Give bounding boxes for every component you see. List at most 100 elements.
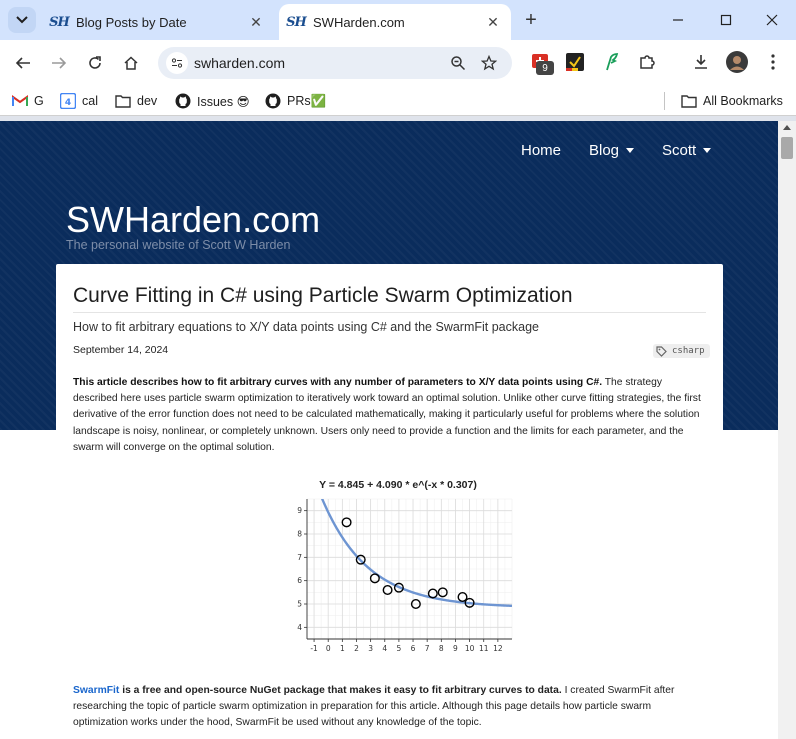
x-tick-label: -1 (310, 644, 318, 653)
reload-icon[interactable] (83, 51, 107, 75)
svg-text:4: 4 (65, 98, 71, 108)
curve-fit-chart: Y = 4.845 + 4.090 * e^(-x * 0.307) -1 0 1 2… (278, 474, 518, 664)
maximize-icon[interactable] (714, 9, 738, 31)
x-tick-label: 4 (382, 644, 387, 653)
scroll-thumb[interactable] (781, 137, 793, 159)
y-tick-label: 7 (297, 553, 302, 562)
tab-swharden[interactable]: SH SWHarden.com ✕ (279, 4, 511, 40)
bookmark-label: dev (137, 94, 158, 108)
nav-blog[interactable]: Blog (589, 142, 635, 159)
extension-check-icon[interactable] (564, 51, 586, 73)
back-arrow-icon[interactable] (11, 51, 35, 75)
github-icon (265, 93, 281, 109)
intro-text: The strategy described here uses particl… (73, 377, 701, 453)
nav-label: Home (521, 142, 562, 159)
gmail-icon (12, 93, 28, 109)
tab-search-button[interactable] (8, 7, 36, 33)
p2-bold: is a free and open-source NuGet package … (119, 685, 562, 696)
folder-icon (681, 93, 697, 109)
calendar-icon: 4 (60, 93, 76, 109)
nav-label: Blog (589, 142, 620, 159)
new-tab-button[interactable]: + (520, 9, 542, 31)
article-date: September 14, 2024 (73, 344, 169, 356)
x-tick-label: 8 (439, 644, 444, 653)
bookmark-prs[interactable]: PRs✅ (265, 91, 326, 111)
profile-avatar[interactable] (726, 51, 748, 73)
bookmark-star-icon[interactable] (477, 51, 501, 75)
extension-badge: 9 (536, 61, 554, 75)
bookmark-issues[interactable]: Issues 😎 (175, 91, 250, 111)
bookmark-cal[interactable]: 4 cal (60, 91, 98, 111)
all-bookmarks-button[interactable]: All Bookmarks (681, 91, 783, 111)
y-tick-label: 5 (297, 600, 302, 609)
tab-blog-posts[interactable]: SH Blog Posts by Date ✕ (42, 4, 274, 40)
nav-label: Scott (662, 142, 697, 159)
all-bookmarks-label: All Bookmarks (703, 94, 783, 108)
bookmark-label: cal (82, 94, 98, 108)
article-intro: This article describes how to fit arbitr… (73, 375, 708, 456)
tag-csharp[interactable]: csharp (653, 344, 710, 358)
caret-down-icon (703, 148, 712, 153)
x-tick-label: 11 (479, 644, 489, 653)
site-title[interactable]: SWHarden.com (66, 199, 320, 241)
chart-plot: -1 0 1 2 3 4 5 6 7 8 9 10 11 12456789 (297, 498, 513, 653)
caret-down-icon (626, 148, 635, 153)
nav-scott[interactable]: Scott (662, 142, 712, 159)
forward-arrow-icon[interactable] (47, 51, 71, 75)
tag-icon (656, 345, 667, 357)
title-divider (73, 312, 706, 313)
bookmark-label: Issues 😎 (197, 94, 250, 109)
y-tick-label: 4 (297, 623, 302, 632)
tab-title: SWHarden.com (313, 14, 405, 30)
bookmark-dev[interactable]: dev (115, 91, 157, 111)
url-text: swharden.com (194, 55, 286, 71)
x-tick-label: 10 (465, 644, 475, 653)
y-tick-label: 9 (297, 506, 302, 515)
x-tick-label: 9 (453, 644, 458, 653)
y-tick-label: 8 (297, 530, 302, 539)
chevron-down-icon (16, 16, 28, 24)
tab-close-icon[interactable]: ✕ (246, 12, 266, 32)
y-tick-label: 6 (297, 576, 302, 585)
close-window-icon[interactable] (760, 9, 784, 31)
site-tagline: The personal website of Scott W Harden (66, 238, 291, 252)
x-tick-label: 0 (326, 644, 331, 653)
more-menu-icon[interactable] (762, 51, 784, 73)
site-favicon-icon: SH (286, 14, 307, 30)
tag-label: csharp (672, 346, 705, 356)
browser-toolbar: swharden.com (0, 40, 796, 86)
home-icon[interactable] (119, 51, 143, 75)
tab-title: Blog Posts by Date (76, 14, 187, 30)
site-info-icon[interactable] (166, 52, 188, 74)
extensions-puzzle-icon[interactable] (636, 51, 658, 73)
bookmarks-bar: G 4 cal dev Issues 😎 PRs✅ All Bookmarks (0, 86, 796, 116)
scroll-up-arrow-icon[interactable] (783, 125, 791, 130)
intro-bold: This article describes how to fit arbitr… (73, 377, 603, 388)
x-tick-label: 7 (425, 644, 430, 653)
folder-icon (115, 93, 131, 109)
page-viewport: Home Blog Scott SWHarden.com The persona… (0, 121, 778, 739)
nav-home[interactable]: Home (521, 142, 561, 159)
article-card: Curve Fitting in C# using Particle Swarm… (56, 264, 723, 739)
x-tick-label: 3 (368, 644, 373, 653)
bookmark-label: PRs✅ (287, 93, 327, 108)
x-tick-label: 2 (354, 644, 359, 653)
github-icon (175, 93, 191, 109)
bookmarks-divider (664, 92, 665, 110)
article-subtitle: How to fit arbitrary equations to X/Y da… (73, 320, 539, 334)
extension-feather-icon[interactable] (600, 51, 622, 73)
x-tick-label: 6 (411, 644, 416, 653)
x-tick-label: 12 (493, 644, 503, 653)
minimize-icon[interactable] (666, 9, 690, 31)
site-favicon-icon: SH (49, 14, 70, 30)
download-icon[interactable] (690, 51, 712, 73)
page-scrollbar[interactable] (778, 121, 796, 739)
article-title: Curve Fitting in C# using Particle Swarm… (73, 284, 573, 307)
tab-strip: SH Blog Posts by Date ✕ SH SWHarden.com … (0, 0, 796, 40)
x-tick-label: 5 (397, 644, 402, 653)
article-paragraph-2: SwarmFit is a free and open-source NuGet… (73, 683, 708, 732)
zoom-icon[interactable] (446, 51, 470, 75)
tab-close-icon[interactable]: ✕ (483, 12, 503, 32)
swarmfit-link[interactable]: SwarmFit (73, 685, 119, 696)
bookmark-gmail[interactable]: G (12, 91, 44, 111)
